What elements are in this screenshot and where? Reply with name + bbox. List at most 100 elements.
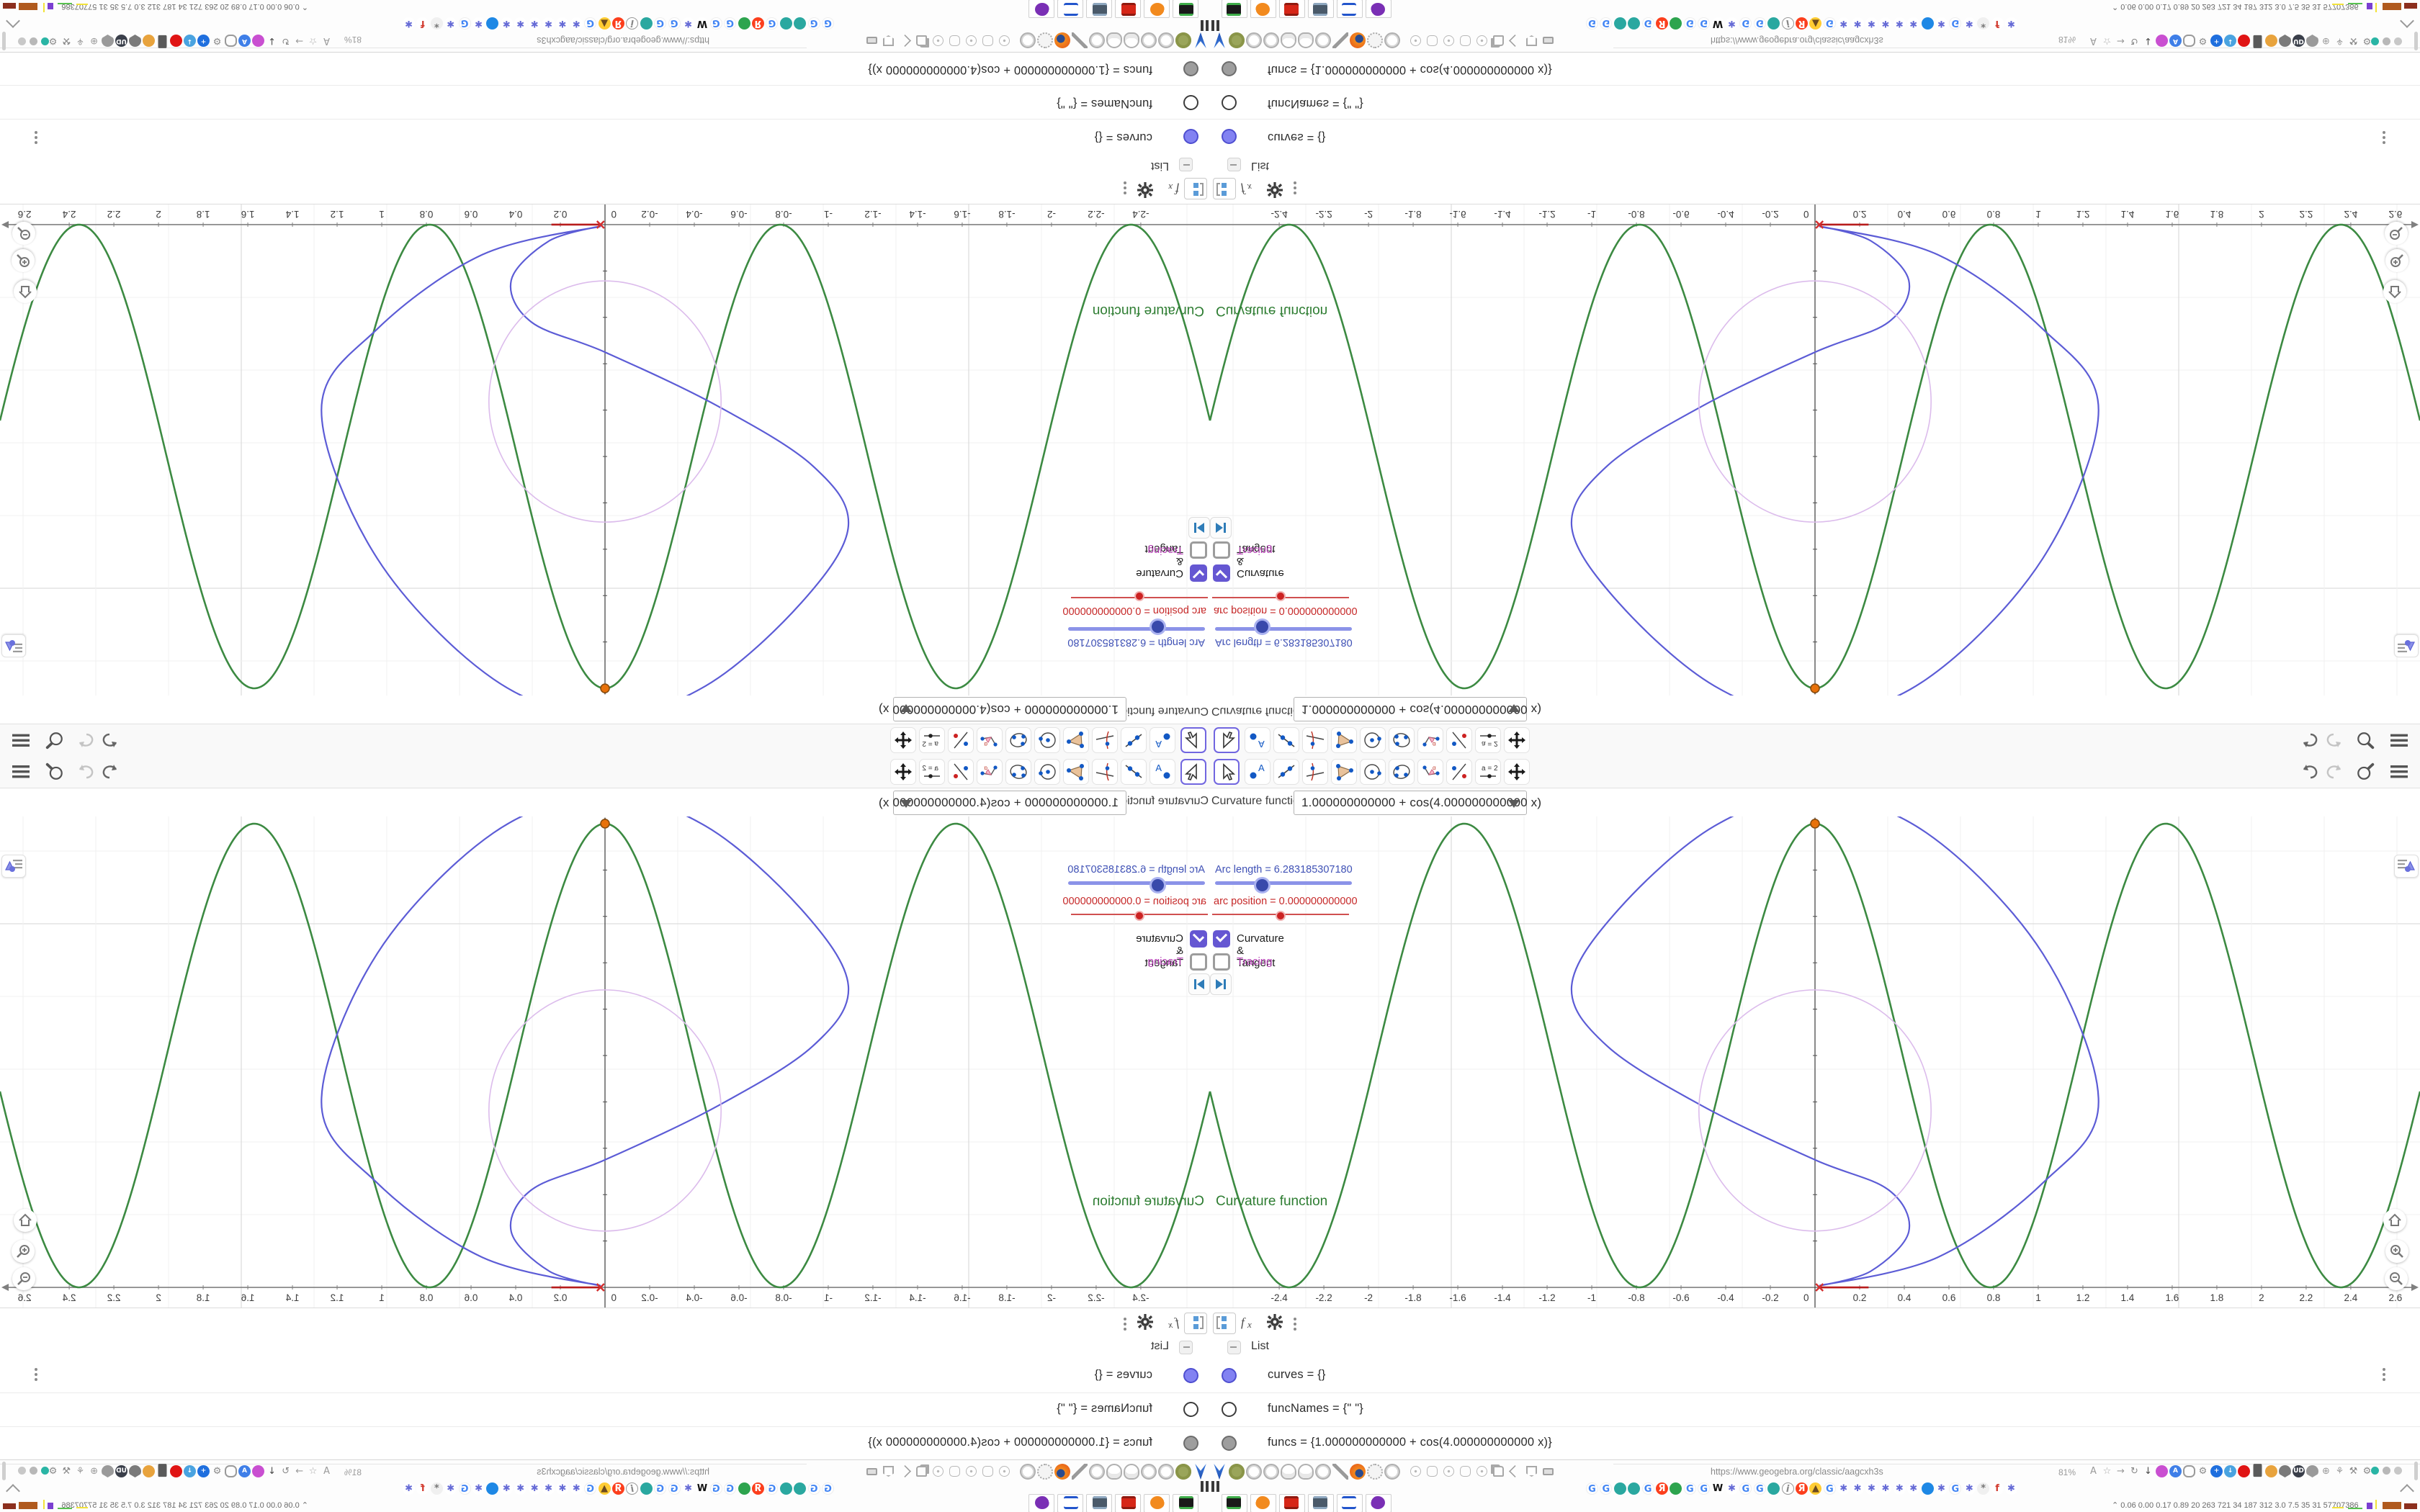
dotc-icon[interactable] <box>1410 35 1421 46</box>
tab-favicon-ggb[interactable]: ✱ <box>514 1482 527 1495</box>
tab-favicon-g[interactable]: G <box>1949 1482 1962 1495</box>
search-icon[interactable] <box>2355 762 2377 782</box>
tab-favicon-fred[interactable]: f <box>1991 17 2004 30</box>
chrome-action-icon[interactable]: ↓ <box>2224 35 2236 47</box>
tab-favicon-teal[interactable] <box>794 1482 807 1495</box>
tray-dot-icon[interactable] <box>2383 1467 2390 1475</box>
tab-favicon-ggb[interactable]: ✱ <box>528 17 541 30</box>
function-input[interactable]: 1.000000000000 + cos(4.000000000000 x) <box>1294 697 1541 721</box>
tab-favicon-w[interactable]: W <box>696 17 709 30</box>
collapse-chip[interactable] <box>1227 1341 1241 1354</box>
tool-angle-button[interactable]: α <box>977 759 1003 785</box>
arc-position-slider-thumb[interactable] <box>1134 911 1144 921</box>
chrome-action-icon[interactable] <box>2238 1465 2250 1477</box>
circ-icon[interactable] <box>1427 1466 1438 1477</box>
menu-icon[interactable] <box>10 762 32 782</box>
home-button[interactable] <box>2383 1209 2406 1232</box>
lock-icon[interactable] <box>866 37 877 44</box>
tool-move-view-button[interactable] <box>890 727 916 753</box>
tab-favicon-ggb[interactable]: ✱ <box>682 1482 694 1495</box>
tab-favicon-ggb[interactable]: ✱ <box>1907 1482 1920 1495</box>
tab-favicon-info[interactable]: i <box>626 1482 639 1495</box>
algebra-row-curves[interactable]: curves = {} <box>0 1359 1210 1393</box>
tray-dot-icon[interactable] <box>2394 1467 2402 1475</box>
tool-circle-button[interactable] <box>1360 727 1386 753</box>
algebra-view-button[interactable]: fx <box>1160 179 1181 199</box>
tool-move-view-button[interactable] <box>1504 727 1530 753</box>
tool-slider-button[interactable]: a = 2 <box>919 727 945 753</box>
chrome-action-icon[interactable]: ⊕ <box>88 1465 100 1477</box>
tool-reflect-button[interactable] <box>948 727 974 753</box>
algebra-view-button[interactable]: fx <box>1239 179 1260 199</box>
chrome-action-icon[interactable]: A <box>238 35 251 47</box>
dotc-icon[interactable] <box>1476 35 1487 46</box>
step-animation-button[interactable] <box>1210 973 1232 995</box>
tool-move-button[interactable] <box>1214 759 1240 785</box>
undo-icon[interactable] <box>99 762 121 782</box>
app-icon-floppy[interactable] <box>1057 0 1083 18</box>
arrowl-icon[interactable] <box>1509 1465 1521 1477</box>
chrome-action-icon[interactable]: A <box>2087 1465 2099 1477</box>
chrome-action-icon[interactable] <box>2265 1465 2277 1477</box>
tab-favicon-ya[interactable]: Я <box>612 1482 624 1495</box>
circ-icon[interactable] <box>982 1466 993 1477</box>
tab-favicon-ggb[interactable]: ✱ <box>444 17 457 30</box>
url-text[interactable]: https://www.geogebra.org/classic/aagcxh3… <box>421 35 709 45</box>
chrome-action-icon[interactable]: ⚘ <box>2334 1465 2346 1477</box>
gauge-extension-icon[interactable] <box>1281 32 1296 48</box>
tab-favicon-teal[interactable] <box>1613 17 1626 30</box>
globe-extension-icon[interactable] <box>1158 32 1174 48</box>
table-view-button[interactable] <box>1213 1313 1236 1334</box>
tab-favicon-teal[interactable] <box>1628 17 1641 30</box>
tool-angle-button[interactable]: α <box>1417 759 1443 785</box>
url-text[interactable]: https://www.geogebra.org/classic/aagcxh3… <box>1711 1467 1999 1477</box>
chrome-action-icon[interactable] <box>143 1465 155 1477</box>
chrome-action-icon[interactable] <box>2156 35 2168 47</box>
stylebar-toggle-button[interactable] <box>2394 634 2419 657</box>
tab-favicon-ggb[interactable]: ✱ <box>1893 1482 1906 1495</box>
search-icon[interactable] <box>2355 730 2377 750</box>
app-icon-drive[interactable] <box>1173 1494 1198 1512</box>
arc-length-slider[interactable] <box>1068 618 1205 635</box>
globe-extension-icon[interactable] <box>1141 32 1157 48</box>
stylebar-kebab-icon[interactable] <box>1294 192 1296 194</box>
chrome-action-icon[interactable]: A <box>321 35 333 47</box>
tab-favicon-g[interactable]: G <box>822 1482 834 1495</box>
algebra-row-curves[interactable]: curves = {} <box>0 119 1210 153</box>
chrome-action-icon[interactable]: A <box>2169 35 2182 47</box>
tab-favicon-info[interactable]: i <box>626 17 639 30</box>
curvature-tangent-checkbox[interactable] <box>1213 564 1230 582</box>
olive-extension-icon[interactable] <box>1175 1464 1191 1480</box>
chrome-action-icon[interactable] <box>2306 1465 2318 1477</box>
arc-length-slider-thumb[interactable] <box>1253 877 1270 894</box>
tool-polygon-button[interactable] <box>1331 727 1357 753</box>
app-icon-redgear[interactable] <box>1115 0 1141 18</box>
circ-icon[interactable] <box>982 35 993 46</box>
chrome-action-icon[interactable]: UD <box>115 1465 127 1477</box>
gear-extension-icon[interactable] <box>1037 1464 1053 1480</box>
tray-dot-icon[interactable] <box>2383 37 2390 45</box>
visibility-marble[interactable] <box>1183 1436 1198 1451</box>
tab-favicon-teal[interactable] <box>1767 1482 1780 1495</box>
app-icon-redgear[interactable] <box>1279 1494 1305 1512</box>
row-menu-icon[interactable] <box>35 141 37 144</box>
chrome-action-icon[interactable] <box>2183 35 2195 47</box>
app-icon-monitor[interactable] <box>1308 1494 1334 1512</box>
algebra-row-funcnames[interactable]: funcNames = {" "} <box>1210 85 2420 119</box>
app-icon-floppy[interactable] <box>1337 0 1363 18</box>
arc-position-slider[interactable] <box>1071 591 1208 601</box>
algebra-row-funcnames[interactable]: funcNames = {" "} <box>0 1393 1210 1427</box>
visibility-marble[interactable] <box>1222 1368 1237 1383</box>
chrome-action-icon[interactable]: A <box>321 1465 333 1477</box>
tray-dot-icon[interactable] <box>18 37 26 45</box>
tool-move-view-button[interactable] <box>1504 759 1530 785</box>
search-icon[interactable] <box>43 762 65 782</box>
chrome-action-icon[interactable] <box>2279 1465 2291 1477</box>
arc-length-slider[interactable] <box>1215 618 1352 635</box>
tab-favicon-g[interactable]: G <box>654 1482 667 1495</box>
menu-icon[interactable] <box>2388 762 2410 782</box>
graphics-view[interactable]: -2.4 -2.2 -2 -1.8 -1.6 -1.4 -1.2 -1 -0.8 -0.6 -0.4… <box>1210 816 2420 1308</box>
chrome-action-icon[interactable]: ↓ <box>184 35 196 47</box>
tool-move-button[interactable] <box>1180 759 1206 785</box>
visibility-marble[interactable] <box>1183 95 1198 110</box>
